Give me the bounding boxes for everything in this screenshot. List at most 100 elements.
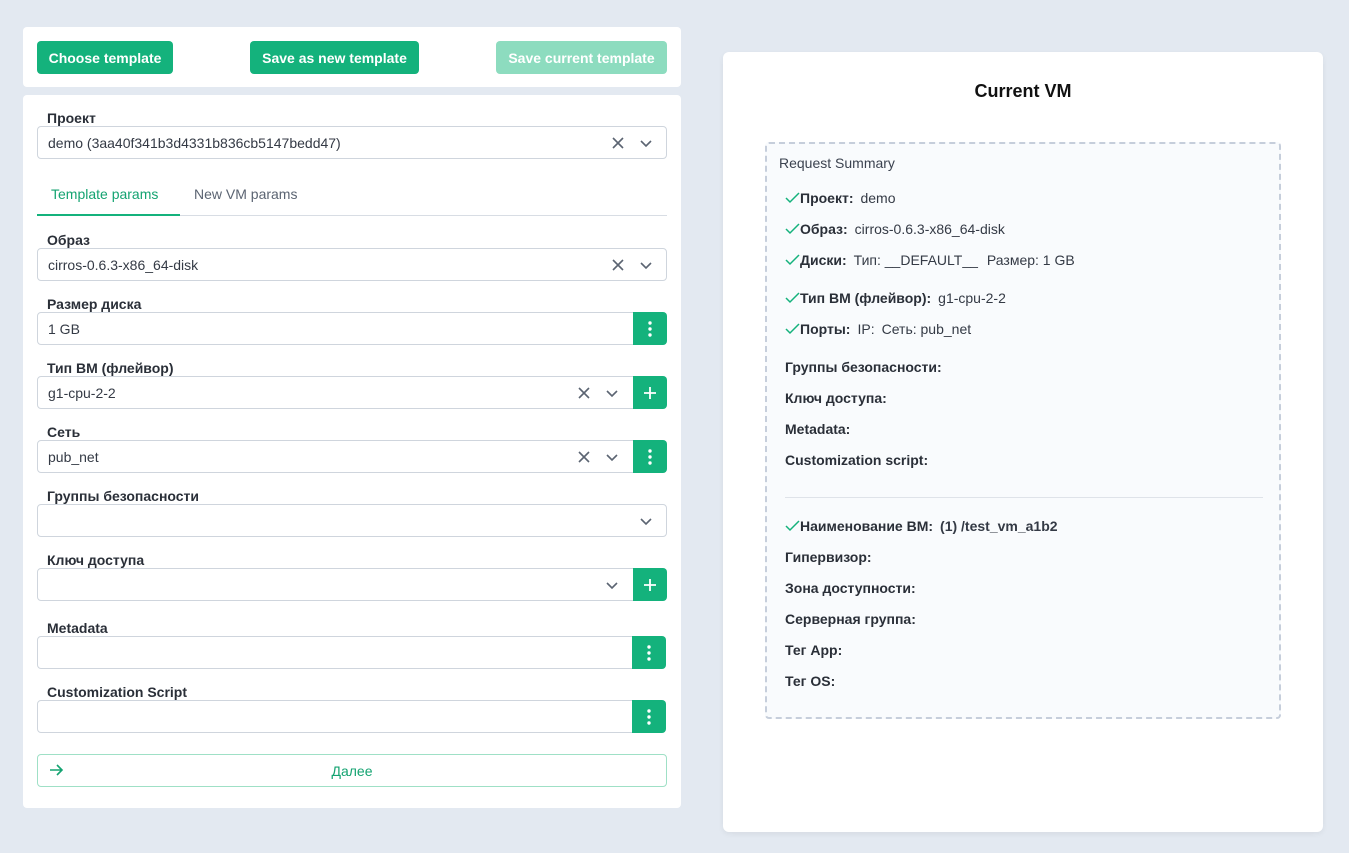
summary-row-server-group: Серверная группа: xyxy=(785,611,916,627)
network-select[interactable]: pub_net xyxy=(37,440,634,473)
disk-size-label: Размер диска xyxy=(47,296,142,312)
project-label: Проект xyxy=(47,110,96,126)
add-access-key-button[interactable] xyxy=(633,568,667,601)
choose-template-button[interactable]: Choose template xyxy=(37,41,173,74)
project-select[interactable]: demo (3aa40f341b3d4331b836cb5147bedd47) xyxy=(37,126,667,159)
security-groups-select[interactable] xyxy=(37,504,667,537)
flavor-label: Тип ВМ (флейвор) xyxy=(47,360,174,376)
summary-row-ports: Порты: IP: Сеть: pub_net xyxy=(785,321,971,337)
network-value: pub_net xyxy=(48,448,99,465)
metadata-label: Metadata xyxy=(47,620,108,636)
summary-key: Тег App: xyxy=(785,642,843,658)
more-vertical-icon xyxy=(648,320,652,337)
disk-size-options-button[interactable] xyxy=(633,312,667,345)
arrow-right-icon xyxy=(48,762,64,781)
more-vertical-icon xyxy=(647,708,651,725)
next-label: Далее xyxy=(331,762,373,779)
summary-row-project: Проект: demo xyxy=(785,190,896,206)
clear-icon[interactable] xyxy=(575,448,593,466)
next-button[interactable]: Далее xyxy=(37,754,667,787)
network-options-button[interactable] xyxy=(633,440,667,473)
summary-key: Ключ доступа: xyxy=(785,390,887,406)
summary-key: Customization script: xyxy=(785,452,929,468)
disk-size-value: 1 GB xyxy=(48,320,80,337)
chevron-down-icon[interactable] xyxy=(603,448,621,466)
check-icon xyxy=(785,323,800,335)
summary-port-ip: IP: xyxy=(857,321,875,337)
custom-script-field[interactable] xyxy=(37,700,633,733)
summary-key: Проект: xyxy=(800,190,854,206)
security-groups-label: Группы безопасности xyxy=(47,488,200,504)
summary-row-vm-name: Наименование ВМ: (1) /test_vm_a1b2 xyxy=(785,518,1058,534)
image-select[interactable]: cirros-0.6.3-x86_64-disk xyxy=(37,248,667,281)
clear-icon[interactable] xyxy=(575,384,593,402)
vm-form: Проект demo (3aa40f341b3d4331b836cb5147b… xyxy=(23,95,681,808)
summary-row-access-key: Ключ доступа: xyxy=(785,390,887,406)
summary-row-flavor: Тип ВМ (флейвор): g1-cpu-2-2 xyxy=(785,290,1006,306)
summary-row-tag-os: Тег OS: xyxy=(785,673,835,689)
summary-key: Metadata: xyxy=(785,421,851,437)
check-icon xyxy=(785,292,800,304)
metadata-field[interactable] xyxy=(37,636,633,669)
summary-key: Серверная группа: xyxy=(785,611,916,627)
tab-new-vm-params[interactable]: New VM params xyxy=(194,186,297,202)
check-icon xyxy=(785,254,800,266)
summary-key: Наименование ВМ: xyxy=(800,518,934,534)
summary-key: Группы безопасности: xyxy=(785,359,942,375)
summary-key: Тег OS: xyxy=(785,673,836,689)
summary-row-security-groups: Группы безопасности: xyxy=(785,359,942,375)
summary-value: (1) /test_vm_a1b2 xyxy=(940,518,1058,534)
summary-value: demo xyxy=(860,190,896,206)
tab-template-params[interactable]: Template params xyxy=(51,186,158,202)
flavor-value: g1-cpu-2-2 xyxy=(48,384,116,401)
summary-row-tag-app: Тег App: xyxy=(785,642,842,658)
summary-heading: Request Summary xyxy=(779,155,895,171)
summary-key: Тип ВМ (флейвор): xyxy=(800,290,932,306)
summary-row-availability-zone: Зона доступности: xyxy=(785,580,916,596)
summary-row-metadata: Metadata: xyxy=(785,421,850,437)
plus-icon xyxy=(644,578,656,591)
chevron-down-icon[interactable] xyxy=(637,256,655,274)
disk-size-field[interactable]: 1 GB xyxy=(37,312,634,345)
chevron-down-icon[interactable] xyxy=(603,576,621,594)
summary-key: Образ: xyxy=(800,221,848,237)
save-current-template-button: Save current template xyxy=(496,41,667,74)
save-as-new-template-button[interactable]: Save as new template xyxy=(250,41,419,74)
summary-value: cirros-0.6.3-x86_64-disk xyxy=(854,221,1005,237)
summary-key: Порты: xyxy=(800,321,851,337)
summary-key: Зона доступности: xyxy=(785,580,916,596)
flavor-select[interactable]: g1-cpu-2-2 xyxy=(37,376,634,409)
image-label: Образ xyxy=(47,232,91,248)
summary-row-hypervisor: Гипервизор: xyxy=(785,549,872,565)
chevron-down-icon[interactable] xyxy=(603,384,621,402)
clear-icon[interactable] xyxy=(609,134,627,152)
summary-key: Гипервизор: xyxy=(785,549,872,565)
summary-key: Диски: xyxy=(800,252,847,268)
summary-value: g1-cpu-2-2 xyxy=(938,290,1006,306)
summary-row-disks: Диски: Тип: __DEFAULT__ Размер: 1 GB xyxy=(785,252,1075,268)
network-label: Сеть xyxy=(47,424,81,440)
more-vertical-icon xyxy=(647,644,651,661)
summary-disk-size: Размер: 1 GB xyxy=(986,252,1075,268)
custom-script-options-button[interactable] xyxy=(632,700,666,733)
template-toolbar: Choose template Save as new template Sav… xyxy=(23,27,681,87)
access-key-select[interactable] xyxy=(37,568,634,601)
summary-row-image: Образ: cirros-0.6.3-x86_64-disk xyxy=(785,221,1005,237)
chevron-down-icon[interactable] xyxy=(637,512,655,530)
project-value: demo (3aa40f341b3d4331b836cb5147bedd47) xyxy=(48,134,341,151)
chevron-down-icon[interactable] xyxy=(637,134,655,152)
current-vm-panel: Current VM Request Summary Проект: demo … xyxy=(723,52,1323,832)
check-icon xyxy=(785,520,800,532)
custom-script-label: Customization Script xyxy=(47,684,188,700)
summary-disk-type: Тип: __DEFAULT__ xyxy=(853,252,978,268)
metadata-options-button[interactable] xyxy=(632,636,666,669)
summary-row-custom-script: Customization script: xyxy=(785,452,928,468)
active-tab-indicator xyxy=(37,214,180,216)
access-key-label: Ключ доступа xyxy=(47,552,145,568)
more-vertical-icon xyxy=(648,448,652,465)
clear-icon[interactable] xyxy=(609,256,627,274)
panel-title: Current VM xyxy=(974,81,1072,101)
summary-port-net: Сеть: pub_net xyxy=(881,321,972,337)
image-value: cirros-0.6.3-x86_64-disk xyxy=(48,256,199,273)
add-flavor-button[interactable] xyxy=(633,376,667,409)
